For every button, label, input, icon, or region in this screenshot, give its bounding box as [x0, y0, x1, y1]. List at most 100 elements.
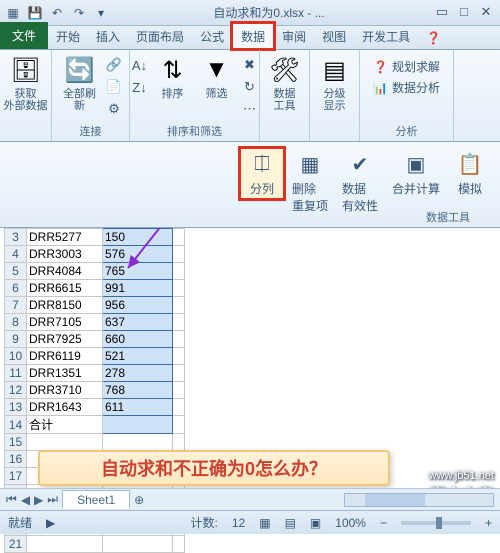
- connections-icon[interactable]: 🔗: [105, 56, 123, 74]
- cell[interactable]: [103, 434, 173, 451]
- cell[interactable]: 660: [103, 331, 173, 348]
- cell[interactable]: DRR7925: [27, 331, 103, 348]
- tab-insert[interactable]: 插入: [88, 24, 128, 49]
- row-header[interactable]: 17: [5, 468, 27, 485]
- refresh-all-button[interactable]: 🔄 全部刷新: [58, 52, 101, 118]
- cell[interactable]: [173, 399, 185, 416]
- save-icon[interactable]: 💾: [26, 4, 44, 22]
- cell[interactable]: 521: [103, 348, 173, 365]
- table-row[interactable]: 10DRR6119521: [5, 348, 185, 365]
- sort-desc-icon[interactable]: Z↓: [131, 78, 149, 96]
- last-sheet-icon[interactable]: ⏭: [47, 492, 58, 507]
- zoom-out-icon[interactable]: −: [380, 516, 387, 530]
- cell[interactable]: 637: [103, 314, 173, 331]
- tab-file[interactable]: 文件: [0, 22, 48, 49]
- table-row[interactable]: 7DRR8150956: [5, 297, 185, 314]
- cell[interactable]: DRR4084: [27, 263, 103, 280]
- cell[interactable]: [173, 229, 185, 246]
- data-validation-button[interactable]: ✔ 数据 有效性: [336, 148, 384, 216]
- data-tools-button[interactable]: 🛠 数据工具: [265, 52, 305, 114]
- view-layout-icon[interactable]: ▤: [285, 516, 296, 530]
- reapply-icon[interactable]: ↻: [241, 78, 259, 96]
- cell[interactable]: 合计: [27, 416, 103, 434]
- row-header[interactable]: 10: [5, 348, 27, 365]
- cell[interactable]: [27, 434, 103, 451]
- next-sheet-icon[interactable]: ▶: [34, 493, 43, 507]
- row-header[interactable]: 5: [5, 263, 27, 280]
- cell[interactable]: [173, 246, 185, 263]
- cell[interactable]: [173, 365, 185, 382]
- zoom-in-icon[interactable]: +: [485, 516, 492, 530]
- edit-links-icon[interactable]: ⚙: [105, 100, 123, 118]
- cell[interactable]: 611: [103, 399, 173, 416]
- cell[interactable]: 956: [103, 297, 173, 314]
- row-header[interactable]: 3: [5, 229, 27, 246]
- cell[interactable]: 765: [103, 263, 173, 280]
- table-row[interactable]: 11DRR1351278: [5, 365, 185, 382]
- cell[interactable]: [173, 263, 185, 280]
- cell[interactable]: DRR5277: [27, 229, 103, 246]
- new-sheet-icon[interactable]: ⊕: [134, 493, 144, 507]
- cell[interactable]: DRR6615: [27, 280, 103, 297]
- row-header[interactable]: 13: [5, 399, 27, 416]
- cell[interactable]: 991: [103, 280, 173, 297]
- tab-review[interactable]: 审阅: [274, 24, 314, 49]
- prev-sheet-icon[interactable]: ◀: [21, 493, 30, 507]
- row-header[interactable]: 21: [5, 536, 27, 553]
- cell[interactable]: DRR1351: [27, 365, 103, 382]
- whatif-button[interactable]: 📋 模拟: [448, 148, 492, 199]
- remove-duplicates-button[interactable]: ▦ 删除 重复项: [286, 148, 334, 216]
- cell[interactable]: [103, 536, 173, 553]
- properties-icon[interactable]: 📄: [105, 78, 123, 96]
- cell[interactable]: [173, 348, 185, 365]
- horizontal-scrollbar[interactable]: [344, 493, 494, 507]
- redo-icon[interactable]: ↷: [70, 4, 88, 22]
- data-analysis-button[interactable]: 📊数据分析: [373, 79, 440, 96]
- cell[interactable]: DRR1643: [27, 399, 103, 416]
- minimize-icon[interactable]: ▭: [432, 5, 452, 21]
- outline-button[interactable]: ▤ 分级显示: [315, 52, 355, 114]
- tab-home[interactable]: 开始: [48, 24, 88, 49]
- cell[interactable]: 768: [103, 382, 173, 399]
- row-header[interactable]: 7: [5, 297, 27, 314]
- cell[interactable]: [173, 280, 185, 297]
- cell[interactable]: DRR7105: [27, 314, 103, 331]
- first-sheet-icon[interactable]: ⏮: [6, 492, 17, 507]
- row-header[interactable]: 16: [5, 451, 27, 468]
- row-header[interactable]: 11: [5, 365, 27, 382]
- row-header[interactable]: 12: [5, 382, 27, 399]
- table-row[interactable]: 9DRR7925660: [5, 331, 185, 348]
- consolidate-button[interactable]: ▣ 合并计算: [386, 148, 446, 199]
- cell[interactable]: [103, 416, 173, 434]
- table-row[interactable]: 12DRR3710768: [5, 382, 185, 399]
- cell[interactable]: DRR6119: [27, 348, 103, 365]
- cell[interactable]: DRR3710: [27, 382, 103, 399]
- table-row[interactable]: 21: [5, 536, 185, 553]
- sort-button[interactable]: ⇅ 排序: [153, 52, 193, 102]
- filter-button[interactable]: ▼ 筛选: [197, 52, 237, 102]
- cell[interactable]: [173, 382, 185, 399]
- help-icon[interactable]: □: [454, 5, 474, 21]
- tab-data[interactable]: 数据: [232, 23, 274, 49]
- cell[interactable]: 576: [103, 246, 173, 263]
- tab-developer[interactable]: 开发工具: [354, 24, 418, 49]
- solver-button[interactable]: ❓规划求解: [373, 58, 440, 75]
- close-icon[interactable]: ✕: [476, 5, 496, 21]
- table-row[interactable]: 13DRR1643611: [5, 399, 185, 416]
- sort-asc-icon[interactable]: A↓: [131, 56, 149, 74]
- row-header[interactable]: 14: [5, 416, 27, 434]
- zoom-slider[interactable]: [401, 521, 471, 525]
- cell[interactable]: [173, 416, 185, 434]
- tab-pagelayout[interactable]: 页面布局: [128, 24, 192, 49]
- cell[interactable]: 150: [103, 229, 173, 246]
- row-header[interactable]: 4: [5, 246, 27, 263]
- table-row[interactable]: 3DRR5277150: [5, 229, 185, 246]
- tab-view[interactable]: 视图: [314, 24, 354, 49]
- row-header[interactable]: 15: [5, 434, 27, 451]
- cell[interactable]: 278: [103, 365, 173, 382]
- advanced-icon[interactable]: ⋯: [241, 100, 259, 118]
- table-row[interactable]: 14合计: [5, 416, 185, 434]
- sheet-tab-sheet1[interactable]: Sheet1: [62, 490, 130, 509]
- undo-icon[interactable]: ↶: [48, 4, 66, 22]
- table-row[interactable]: 5DRR4084765: [5, 263, 185, 280]
